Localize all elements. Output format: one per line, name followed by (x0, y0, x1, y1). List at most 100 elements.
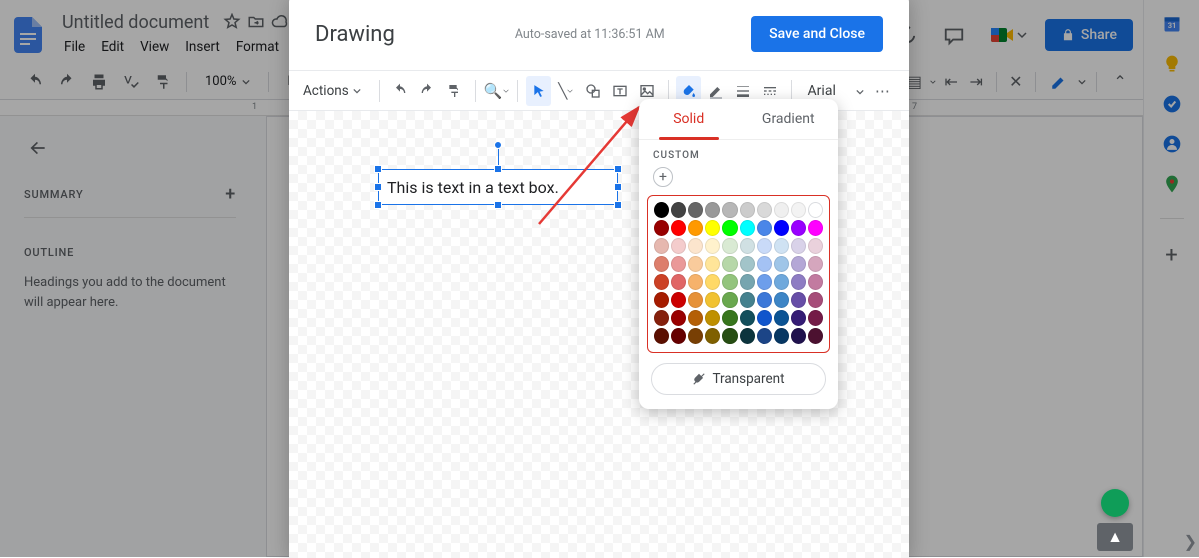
color-swatch[interactable] (654, 202, 669, 218)
rotate-handle[interactable] (494, 141, 502, 149)
color-swatch[interactable] (688, 220, 703, 236)
color-swatch[interactable] (671, 274, 686, 290)
redo-icon[interactable] (54, 69, 80, 95)
color-swatch[interactable] (722, 328, 737, 344)
color-swatch[interactable] (757, 202, 772, 218)
color-swatch[interactable] (722, 256, 737, 272)
maps-icon[interactable] (1162, 174, 1182, 194)
color-swatch[interactable] (791, 220, 806, 236)
color-swatch[interactable] (791, 292, 806, 308)
color-swatch[interactable] (671, 256, 686, 272)
color-swatch[interactable] (808, 292, 823, 308)
color-swatch[interactable] (722, 310, 737, 326)
add-addon-icon[interactable]: + (1165, 243, 1177, 268)
comments-icon[interactable] (937, 18, 971, 52)
editing-mode-icon[interactable] (1046, 69, 1072, 95)
contacts-icon[interactable] (1162, 134, 1182, 154)
menu-edit[interactable]: Edit (95, 35, 130, 59)
color-swatch[interactable] (688, 310, 703, 326)
color-swatch[interactable] (654, 220, 669, 236)
meet-button[interactable] (985, 21, 1031, 49)
zoom-selector[interactable]: 100% (197, 72, 258, 91)
color-swatch[interactable] (740, 220, 755, 236)
resize-handle[interactable] (494, 165, 502, 173)
explore-badge[interactable] (1101, 489, 1129, 517)
collapse-toolbar-icon[interactable]: ⌃ (1107, 69, 1133, 95)
tab-gradient[interactable]: Gradient (739, 99, 839, 139)
tab-solid[interactable]: Solid (639, 99, 739, 139)
menu-format[interactable]: Format (230, 35, 285, 59)
color-swatch[interactable] (740, 256, 755, 272)
scroll-up-icon[interactable]: ▲ (1097, 523, 1133, 551)
color-swatch[interactable] (671, 292, 686, 308)
color-swatch[interactable] (705, 238, 720, 254)
zoom-icon[interactable]: 🔍 (484, 76, 510, 106)
more-options-icon[interactable]: ⋯ (870, 76, 895, 106)
color-swatch[interactable] (774, 220, 789, 236)
menu-view[interactable]: View (134, 35, 175, 59)
indent-increase-icon[interactable]: ⇥ (967, 69, 986, 95)
color-swatch[interactable] (722, 274, 737, 290)
color-swatch[interactable] (688, 292, 703, 308)
resize-handle[interactable] (614, 183, 622, 191)
color-swatch[interactable] (808, 238, 823, 254)
resize-handle[interactable] (374, 165, 382, 173)
line-tool-icon[interactable]: ╲ (553, 76, 578, 106)
color-swatch[interactable] (774, 292, 789, 308)
color-swatch[interactable] (688, 202, 703, 218)
undo-icon[interactable] (22, 69, 48, 95)
color-swatch[interactable] (740, 274, 755, 290)
color-swatch[interactable] (705, 328, 720, 344)
color-swatch[interactable] (654, 274, 669, 290)
color-swatch[interactable] (740, 310, 755, 326)
color-swatch[interactable] (688, 274, 703, 290)
color-swatch[interactable] (705, 202, 720, 218)
resize-handle[interactable] (374, 201, 382, 209)
spellcheck-icon[interactable] (118, 69, 144, 95)
color-swatch[interactable] (808, 310, 823, 326)
paint-format-icon[interactable] (442, 76, 467, 106)
color-swatch[interactable] (791, 310, 806, 326)
close-outline-icon[interactable] (24, 132, 236, 180)
color-swatch[interactable] (654, 238, 669, 254)
color-swatch[interactable] (654, 292, 669, 308)
color-swatch[interactable] (740, 328, 755, 344)
show-side-panel-icon[interactable]: ❯ (1184, 532, 1197, 551)
save-and-close-button[interactable]: Save and Close (751, 16, 883, 52)
menu-file[interactable]: File (58, 35, 91, 59)
color-swatch[interactable] (808, 220, 823, 236)
color-swatch[interactable] (740, 238, 755, 254)
color-swatch[interactable] (757, 310, 772, 326)
color-swatch[interactable] (774, 256, 789, 272)
share-button[interactable]: Share (1045, 19, 1133, 51)
color-swatch[interactable] (757, 238, 772, 254)
print-icon[interactable] (86, 69, 112, 95)
color-swatch[interactable] (774, 310, 789, 326)
resize-handle[interactable] (374, 183, 382, 191)
add-custom-color-icon[interactable]: + (653, 167, 673, 187)
color-swatch[interactable] (705, 292, 720, 308)
color-swatch[interactable] (757, 274, 772, 290)
color-swatch[interactable] (722, 238, 737, 254)
tasks-icon[interactable] (1162, 94, 1182, 114)
menu-insert[interactable]: Insert (179, 35, 226, 59)
font-selector[interactable]: Arial (800, 83, 868, 99)
color-swatch[interactable] (688, 328, 703, 344)
color-swatch[interactable] (757, 328, 772, 344)
color-swatch[interactable] (740, 292, 755, 308)
docs-logo-icon[interactable] (8, 15, 48, 55)
color-swatch[interactable] (705, 256, 720, 272)
color-swatch[interactable] (791, 238, 806, 254)
transparent-button[interactable]: Transparent (651, 363, 826, 395)
color-swatch[interactable] (705, 274, 720, 290)
color-swatch[interactable] (774, 238, 789, 254)
color-swatch[interactable] (722, 202, 737, 218)
color-swatch[interactable] (808, 274, 823, 290)
color-swatch[interactable] (654, 328, 669, 344)
indent-decrease-icon[interactable]: ⇤ (942, 69, 961, 95)
resize-handle[interactable] (494, 201, 502, 209)
move-to-folder-icon[interactable] (247, 13, 265, 31)
color-swatch[interactable] (671, 328, 686, 344)
cloud-status-icon[interactable] (271, 13, 289, 31)
color-swatch[interactable] (808, 256, 823, 272)
